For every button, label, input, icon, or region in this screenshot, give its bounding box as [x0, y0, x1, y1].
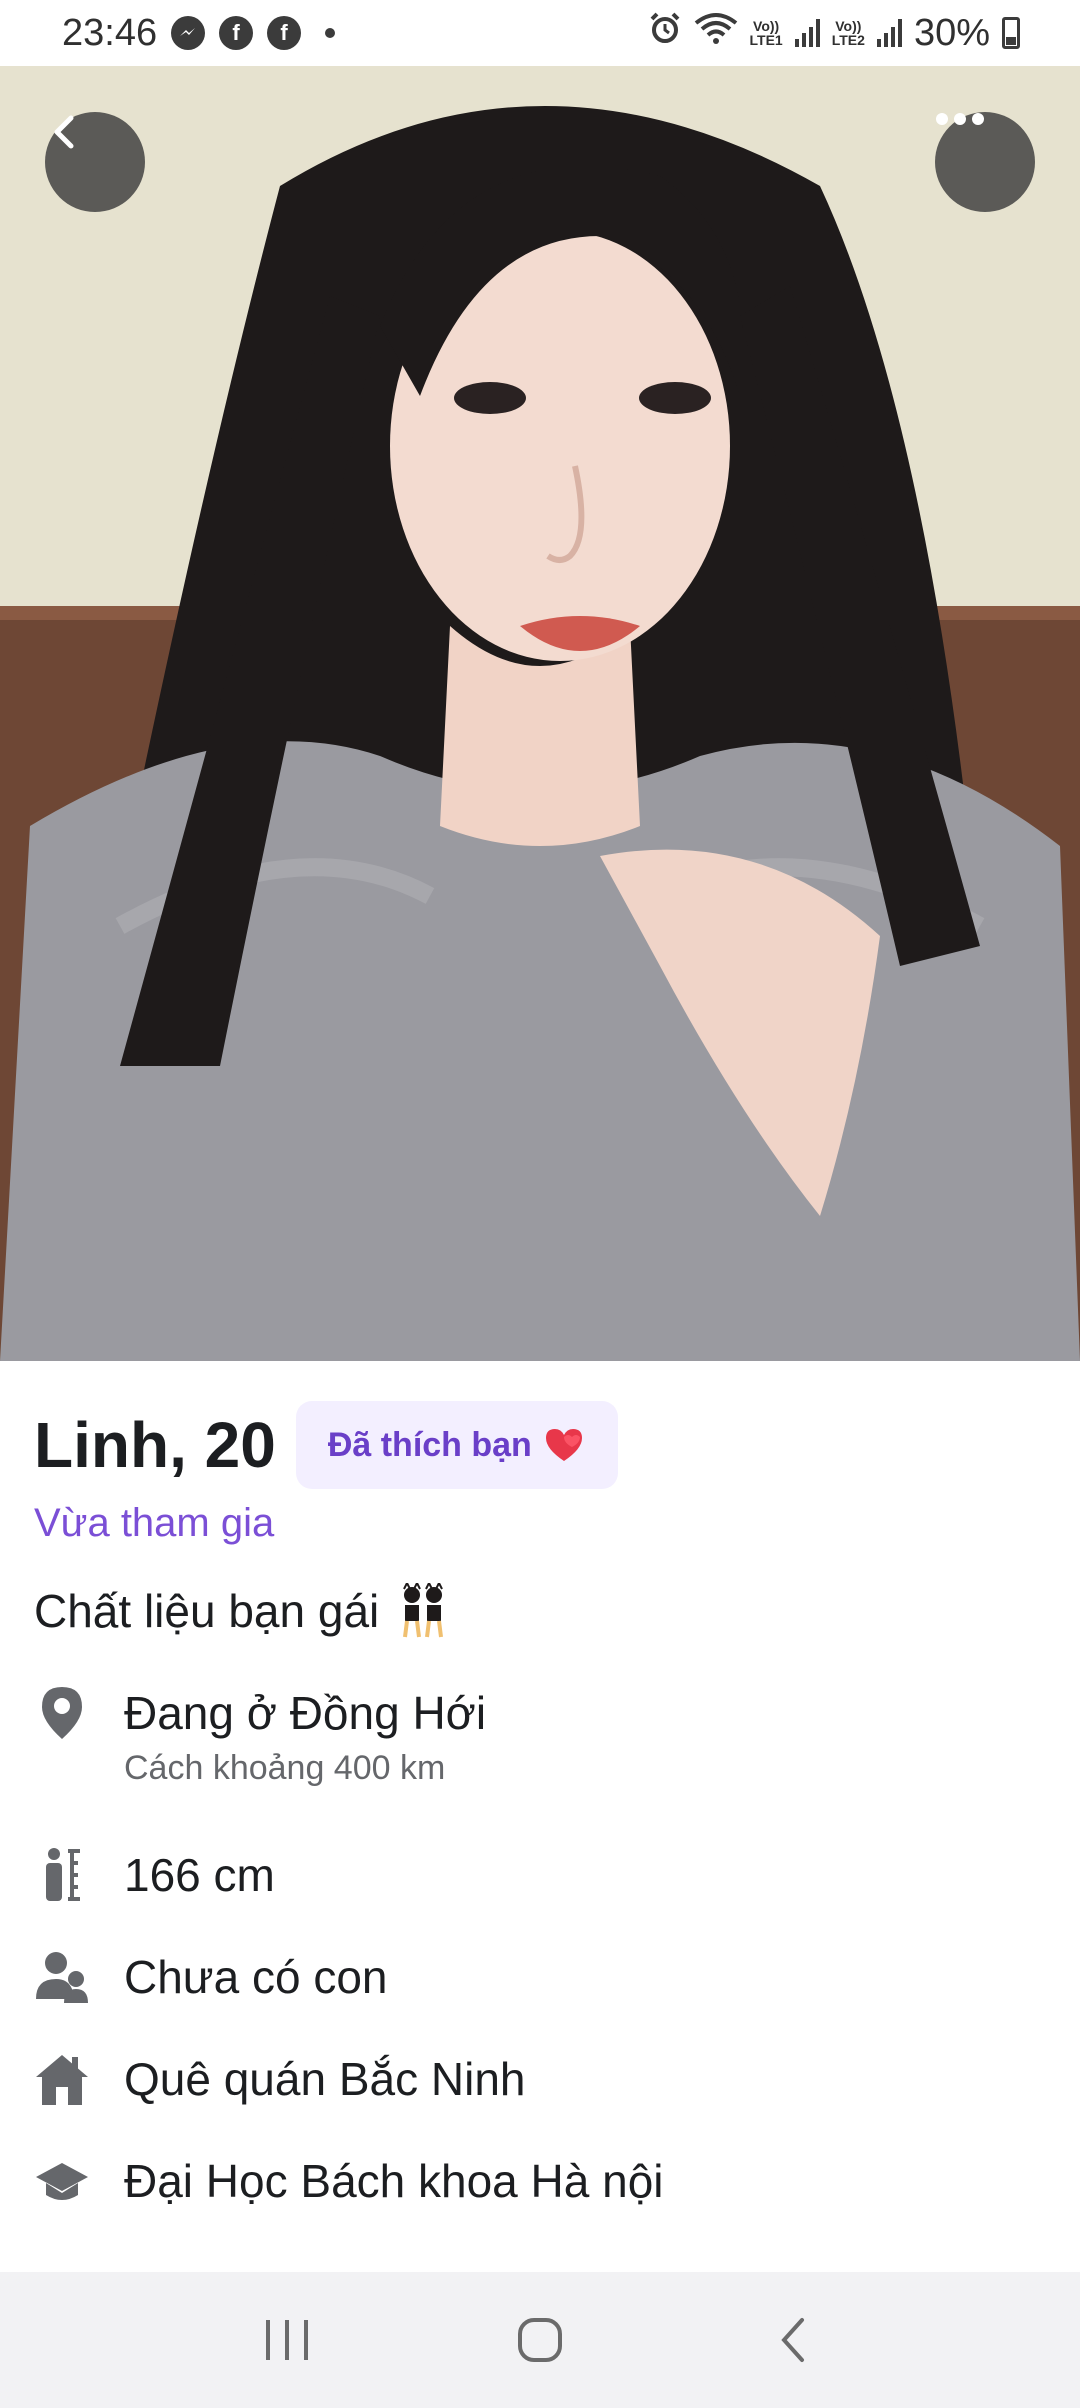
profile-name-age: Linh, 20 — [34, 1409, 276, 1481]
name-row: Linh, 20 Đã thích bạn — [34, 1401, 618, 1489]
back-arrow-icon — [781, 2318, 805, 2362]
home-circle-icon — [517, 2318, 562, 2362]
location-pin-icon — [34, 1685, 90, 1741]
system-nav-bar — [0, 2272, 1080, 2408]
facebook-icon: f — [219, 16, 254, 50]
alarm-icon — [648, 11, 682, 55]
dancers-emoji-icon — [403, 1583, 444, 1638]
profile-photo[interactable] — [0, 66, 1080, 1361]
profile-photo-illustration — [0, 66, 1080, 1361]
liked-you-badge: Đã thích bạn — [295, 1401, 618, 1489]
volte-indicator-2: Vo)) LTE2 — [831, 18, 865, 48]
home-button[interactable] — [500, 2300, 580, 2380]
battery-percent: 30% — [913, 11, 990, 54]
chevron-left-icon — [54, 115, 74, 149]
location-row: Đang ở Đồng Hới Cách khoảng 400 km — [34, 1685, 486, 1788]
signal-icon-1 — [794, 19, 820, 47]
family-icon — [34, 1949, 90, 2005]
graduation-cap-icon — [34, 2153, 90, 2209]
recent-apps-button[interactable] — [247, 2300, 327, 2380]
volte-indicator-1: Vo)) LTE1 — [749, 18, 783, 48]
heart-icon — [545, 1429, 582, 1461]
more-dots-icon — [936, 113, 984, 125]
wifi-icon — [694, 11, 738, 55]
clock: 23:46 — [62, 11, 158, 54]
distance-text: Cách khoảng 400 km — [124, 1749, 446, 1787]
liked-you-label: Đã thích bạn — [327, 1425, 532, 1464]
facebook-icon: f — [267, 16, 302, 50]
children-text: Chưa có con — [124, 1951, 388, 2003]
recent-apps-icon — [265, 2320, 308, 2360]
hometown-row: Quê quán Bắc Ninh — [34, 2051, 526, 2107]
more-notifications-icon — [325, 28, 336, 38]
signal-icon-2 — [876, 19, 902, 47]
profile-bio: Chất liệu bạn gái — [34, 1583, 451, 1639]
education-text: Đại Học Bách khoa Hà nội — [124, 2155, 664, 2207]
messenger-icon — [171, 16, 206, 50]
height-icon — [34, 1847, 90, 1903]
status-bar: 23:46 f f Vo)) LTE1 Vo)) LTE2 30% — [0, 0, 1080, 66]
nav-back-button[interactable] — [753, 2300, 833, 2380]
more-options-button[interactable] — [935, 112, 1035, 212]
hometown-text: Quê quán Bắc Ninh — [124, 2053, 526, 2105]
height-row: 166 cm — [34, 1847, 275, 1903]
education-row: Đại Học Bách khoa Hà nội — [34, 2153, 664, 2209]
height-text: 166 cm — [124, 1849, 275, 1901]
back-button[interactable] — [45, 112, 145, 212]
recently-joined-label: Vừa tham gia — [34, 1501, 275, 1545]
bio-text: Chất liệu bạn gái — [34, 1585, 380, 1637]
battery-icon — [1002, 17, 1020, 49]
home-icon — [34, 2051, 90, 2107]
children-row: Chưa có con — [34, 1949, 388, 2005]
location-text: Đang ở Đồng Hới — [124, 1687, 487, 1739]
